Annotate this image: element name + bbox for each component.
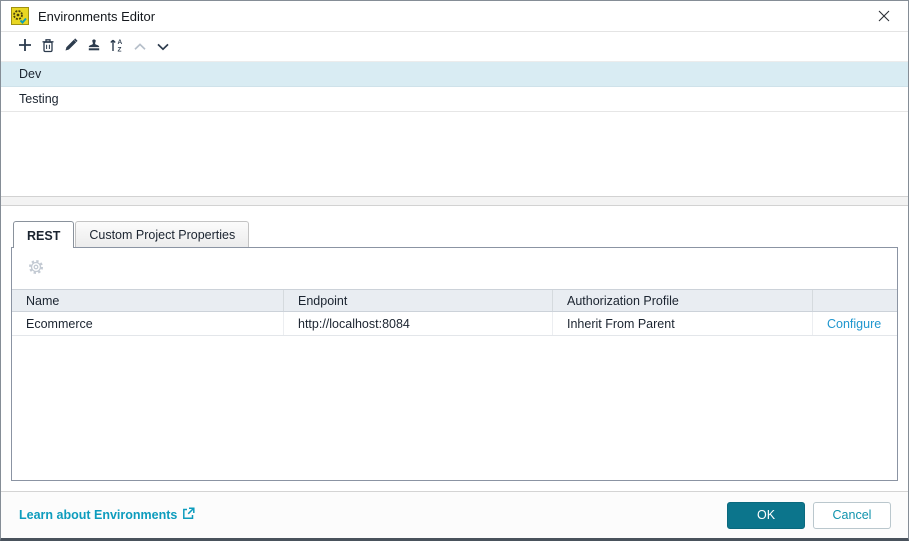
window-title: Environments Editor <box>38 8 156 24</box>
rename-environment-button[interactable] <box>60 36 82 58</box>
rest-services-panel: Name Endpoint Authorization Profile Ecom… <box>11 247 898 481</box>
tab-bar: REST Custom Project Properties <box>1 206 908 248</box>
sort-environments-button[interactable]: A Z <box>106 36 128 58</box>
environment-row-testing[interactable]: Testing <box>1 87 908 112</box>
services-table-header: Name Endpoint Authorization Profile <box>12 289 897 312</box>
tab-label: Custom Project Properties <box>89 228 236 242</box>
environment-name: Dev <box>19 67 42 81</box>
title-bar: Environments Editor <box>1 1 908 32</box>
svg-text:A: A <box>118 39 123 46</box>
pencil-icon <box>64 38 78 55</box>
column-header-name[interactable]: Name <box>12 290 284 311</box>
cancel-button[interactable]: Cancel <box>813 501 891 529</box>
tab-custom-project-properties[interactable]: Custom Project Properties <box>75 221 250 247</box>
stamp-icon <box>87 38 101 55</box>
close-icon[interactable] <box>872 4 896 28</box>
help-link-label: Learn about Environments <box>19 508 178 522</box>
environment-detail-zone: REST Custom Project Properties Name Endp… <box>1 206 908 491</box>
environment-name: Testing <box>19 92 59 106</box>
move-up-button[interactable] <box>129 36 151 58</box>
svg-text:Z: Z <box>118 46 122 52</box>
tab-label: REST <box>27 229 61 243</box>
clone-environment-button[interactable] <box>83 36 105 58</box>
external-link-icon <box>182 507 195 523</box>
column-header-endpoint[interactable]: Endpoint <box>284 290 553 311</box>
move-down-button[interactable] <box>152 36 174 58</box>
tab-rest[interactable]: REST <box>13 221 75 248</box>
app-icon <box>11 7 29 25</box>
splitter-handle[interactable] <box>1 196 908 206</box>
environment-list: Dev Testing <box>1 61 908 196</box>
chevron-down-icon <box>157 39 169 54</box>
learn-about-environments-link[interactable]: Learn about Environments <box>19 507 195 523</box>
service-settings-button[interactable] <box>27 258 45 279</box>
plus-icon <box>18 38 32 55</box>
delete-environment-button[interactable] <box>37 36 59 58</box>
service-endpoint-cell[interactable]: http://localhost:8084 <box>284 312 553 335</box>
trash-icon <box>41 38 55 56</box>
column-header-authorization-profile[interactable]: Authorization Profile <box>553 290 813 311</box>
service-name-cell: Ecommerce <box>12 312 284 335</box>
environment-row-dev[interactable]: Dev <box>1 62 908 87</box>
table-row[interactable]: Ecommerce http://localhost:8084 Inherit … <box>12 312 897 336</box>
chevron-up-icon <box>134 39 146 54</box>
add-environment-button[interactable] <box>14 36 36 58</box>
column-header-action <box>813 290 897 311</box>
ok-button[interactable]: OK <box>727 501 805 529</box>
service-auth-profile-cell[interactable]: Inherit From Parent <box>553 312 813 335</box>
rest-panel-toolbar <box>12 248 897 289</box>
sort-az-icon: A Z <box>109 38 125 55</box>
environments-editor-dialog: Environments Editor A Z Dev Testing REST… <box>0 0 909 541</box>
gear-icon <box>27 258 45 279</box>
dialog-footer: Learn about Environments OK Cancel <box>1 491 908 538</box>
configure-link[interactable]: Configure <box>827 317 881 331</box>
environments-toolbar: A Z <box>1 32 908 61</box>
